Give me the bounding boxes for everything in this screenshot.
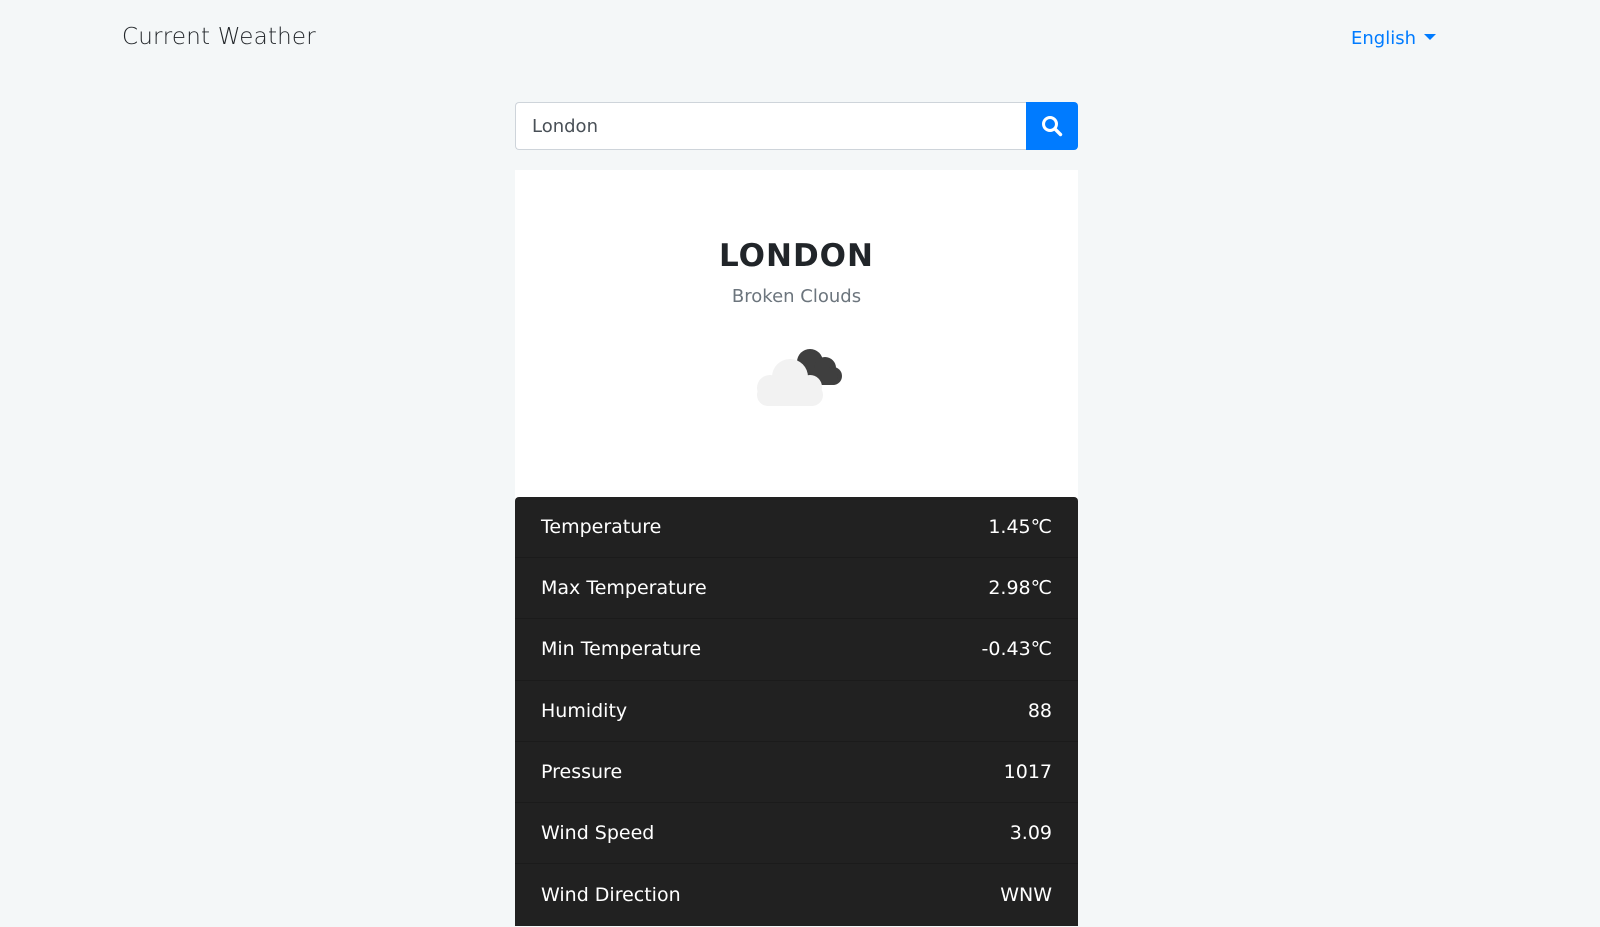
detail-value: -0.43℃ xyxy=(981,638,1053,661)
search-input[interactable] xyxy=(515,102,1026,150)
detail-row-max-temperature: Max Temperature 2.98℃ xyxy=(515,558,1078,620)
broken-clouds-icon xyxy=(757,349,842,406)
detail-label: Max Temperature xyxy=(541,577,707,600)
detail-value: 88 xyxy=(1027,699,1052,722)
language-dropdown[interactable]: English xyxy=(1351,28,1436,49)
detail-value: WNW xyxy=(1000,883,1052,906)
weather-card: LONDON Broken Clouds Temperature 1.45℃ M… xyxy=(515,170,1078,926)
detail-value: 2.98℃ xyxy=(988,577,1052,600)
detail-label: Min Temperature xyxy=(541,638,702,661)
detail-row-humidity: Humidity 88 xyxy=(515,681,1078,742)
detail-label: Wind Speed xyxy=(541,822,655,845)
search-bar xyxy=(515,102,1078,150)
city-name: LONDON xyxy=(719,238,874,274)
detail-label: Temperature xyxy=(541,516,662,539)
detail-value: 3.09 xyxy=(1009,822,1052,845)
app-title[interactable]: Current Weather xyxy=(122,24,316,50)
caret-down-icon xyxy=(1424,33,1436,40)
detail-value: 1017 xyxy=(1003,760,1052,783)
detail-value: 1.45℃ xyxy=(988,516,1052,539)
detail-row-temperature: Temperature 1.45℃ xyxy=(515,497,1078,559)
detail-row-min-temperature: Min Temperature -0.43℃ xyxy=(515,619,1078,681)
search-button[interactable] xyxy=(1026,102,1078,150)
search-icon xyxy=(1042,116,1063,137)
weather-description: Broken Clouds xyxy=(731,286,862,307)
detail-label: Pressure xyxy=(541,760,623,783)
detail-row-wind-speed: Wind Speed 3.09 xyxy=(515,803,1078,865)
weather-details-table: Temperature 1.45℃ Max Temperature 2.98℃ … xyxy=(515,497,1078,926)
detail-label: Wind Direction xyxy=(541,883,681,906)
language-label: English xyxy=(1351,28,1416,49)
detail-label: Humidity xyxy=(541,699,628,722)
detail-row-wind-direction: Wind Direction WNW xyxy=(515,864,1078,925)
navbar: Current Weather English xyxy=(0,0,1600,80)
detail-row-pressure: Pressure 1017 xyxy=(515,742,1078,803)
